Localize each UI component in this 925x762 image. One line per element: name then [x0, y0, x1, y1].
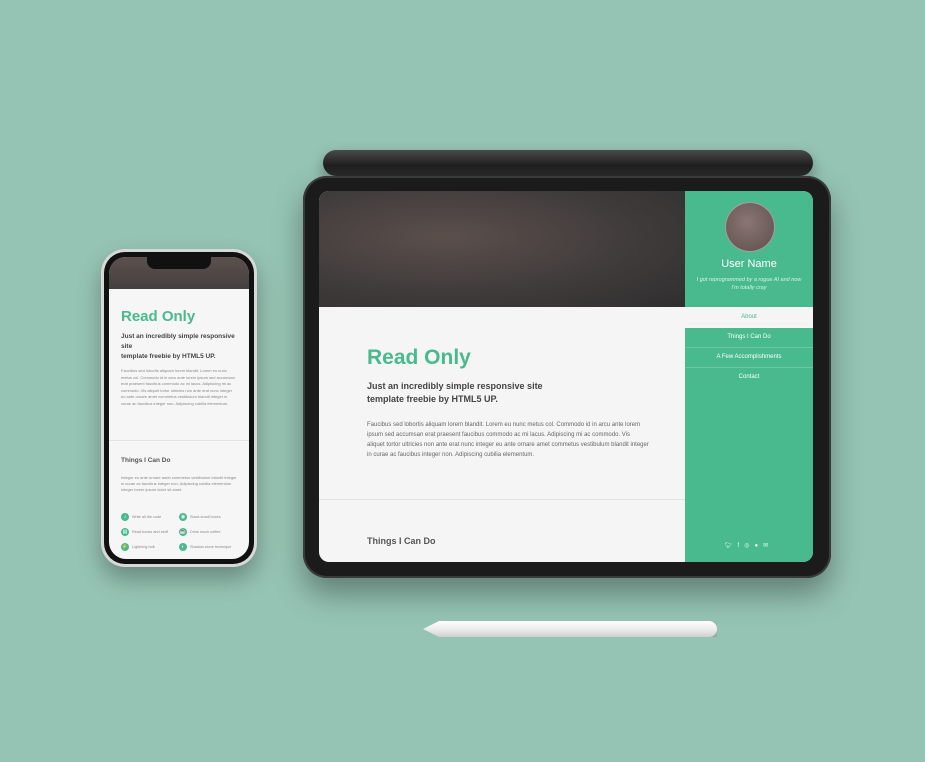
- sidebar: User Name I got reprogrammed by a rogue …: [685, 191, 813, 562]
- feature-label: Shadow clone technique: [190, 545, 232, 549]
- phone-screen: Read Only Just an incredibly simple resp…: [109, 257, 249, 559]
- sound-icon: ♪: [121, 513, 129, 521]
- hero-banner: [319, 191, 685, 307]
- lightning-icon: ⚡: [121, 543, 129, 551]
- stylus-pencil: [423, 621, 717, 637]
- feature-item: ⚡ Lightning bolt: [121, 543, 155, 551]
- feature-label: Read books and stuff: [132, 530, 168, 534]
- phone-notch: [147, 257, 211, 269]
- feature-item: ♪ Write all the code: [121, 513, 161, 521]
- feature-label: Lightning bolt: [132, 545, 155, 549]
- phone-device: Read Only Just an incredibly simple resp…: [101, 249, 257, 567]
- feature-item: ▤ Read books and stuff: [121, 528, 168, 536]
- avatar[interactable]: [725, 202, 775, 252]
- subtitle-line: template freebie by HTML5 UP.: [121, 353, 216, 360]
- email-icon[interactable]: ✉: [763, 543, 773, 549]
- book-icon: ▤: [121, 528, 129, 536]
- nav-contact[interactable]: Contact: [685, 367, 813, 387]
- twitter-icon[interactable]: 🐦︎: [725, 543, 738, 549]
- feature-label: Drink much coffee: [190, 530, 221, 534]
- feature-label: Stack small boxes: [190, 515, 221, 519]
- subtitle-line: Just an incredibly simple responsive sit…: [367, 381, 543, 391]
- feature-item: ◉ Stack small boxes: [179, 513, 221, 521]
- feature-label: Write all the code: [132, 515, 162, 519]
- feature-item: ◐ Shadow clone technique: [179, 543, 231, 551]
- user-bio: I got reprogrammed by a rogue AI and now…: [696, 277, 802, 291]
- nav-about[interactable]: About: [685, 307, 813, 328]
- nav-accomplishments[interactable]: A Few Accomplishments: [685, 347, 813, 368]
- subtitle-line: Just an incredibly simple responsive: [121, 333, 235, 340]
- subtitle-line: template freebie by HTML5 UP.: [367, 394, 498, 404]
- section-divider: [319, 499, 685, 500]
- shadow-icon: ◐: [179, 543, 187, 551]
- section-title: Things I Can Do: [367, 536, 436, 546]
- phone-bezel: Read Only Just an incredibly simple resp…: [104, 252, 254, 564]
- tablet-device: Read Only Just an incredibly simple resp…: [303, 176, 831, 578]
- page-subtitle: Just an incredibly simple responsive sit…: [367, 380, 567, 406]
- phone-intro-paragraph: Faucibus sed lobortis aliquam lorem blan…: [121, 368, 235, 406]
- camera-icon: ◉: [179, 513, 187, 521]
- tablet-screen: Read Only Just an incredibly simple resp…: [319, 191, 813, 562]
- page-title: Read Only: [367, 346, 471, 369]
- phone-page-subtitle: Just an incredibly simple responsive sit…: [121, 332, 241, 362]
- subtitle-line: site: [121, 343, 133, 350]
- feature-item: ☕ Drink much coffee: [179, 528, 221, 536]
- nav-things-i-can-do[interactable]: Things I Can Do: [685, 327, 813, 348]
- keyboard-case: [323, 150, 813, 176]
- instagram-icon[interactable]: ◎: [744, 543, 754, 549]
- social-links: 🐦︎f◎●✉: [685, 542, 813, 549]
- phone-section-title: Things I Can Do: [121, 457, 171, 464]
- phone-page-title: Read Only: [121, 308, 196, 325]
- github-icon[interactable]: ●: [754, 543, 763, 549]
- intro-paragraph: Faucibus sed lobortis aliquam lorem blan…: [367, 422, 649, 458]
- user-name: User Name: [721, 258, 777, 270]
- phone-section-paragraph: Integer eu ante ornare amet commetus ves…: [121, 475, 237, 492]
- phone-section-divider: [109, 440, 249, 441]
- coffee-icon: ☕: [179, 528, 187, 536]
